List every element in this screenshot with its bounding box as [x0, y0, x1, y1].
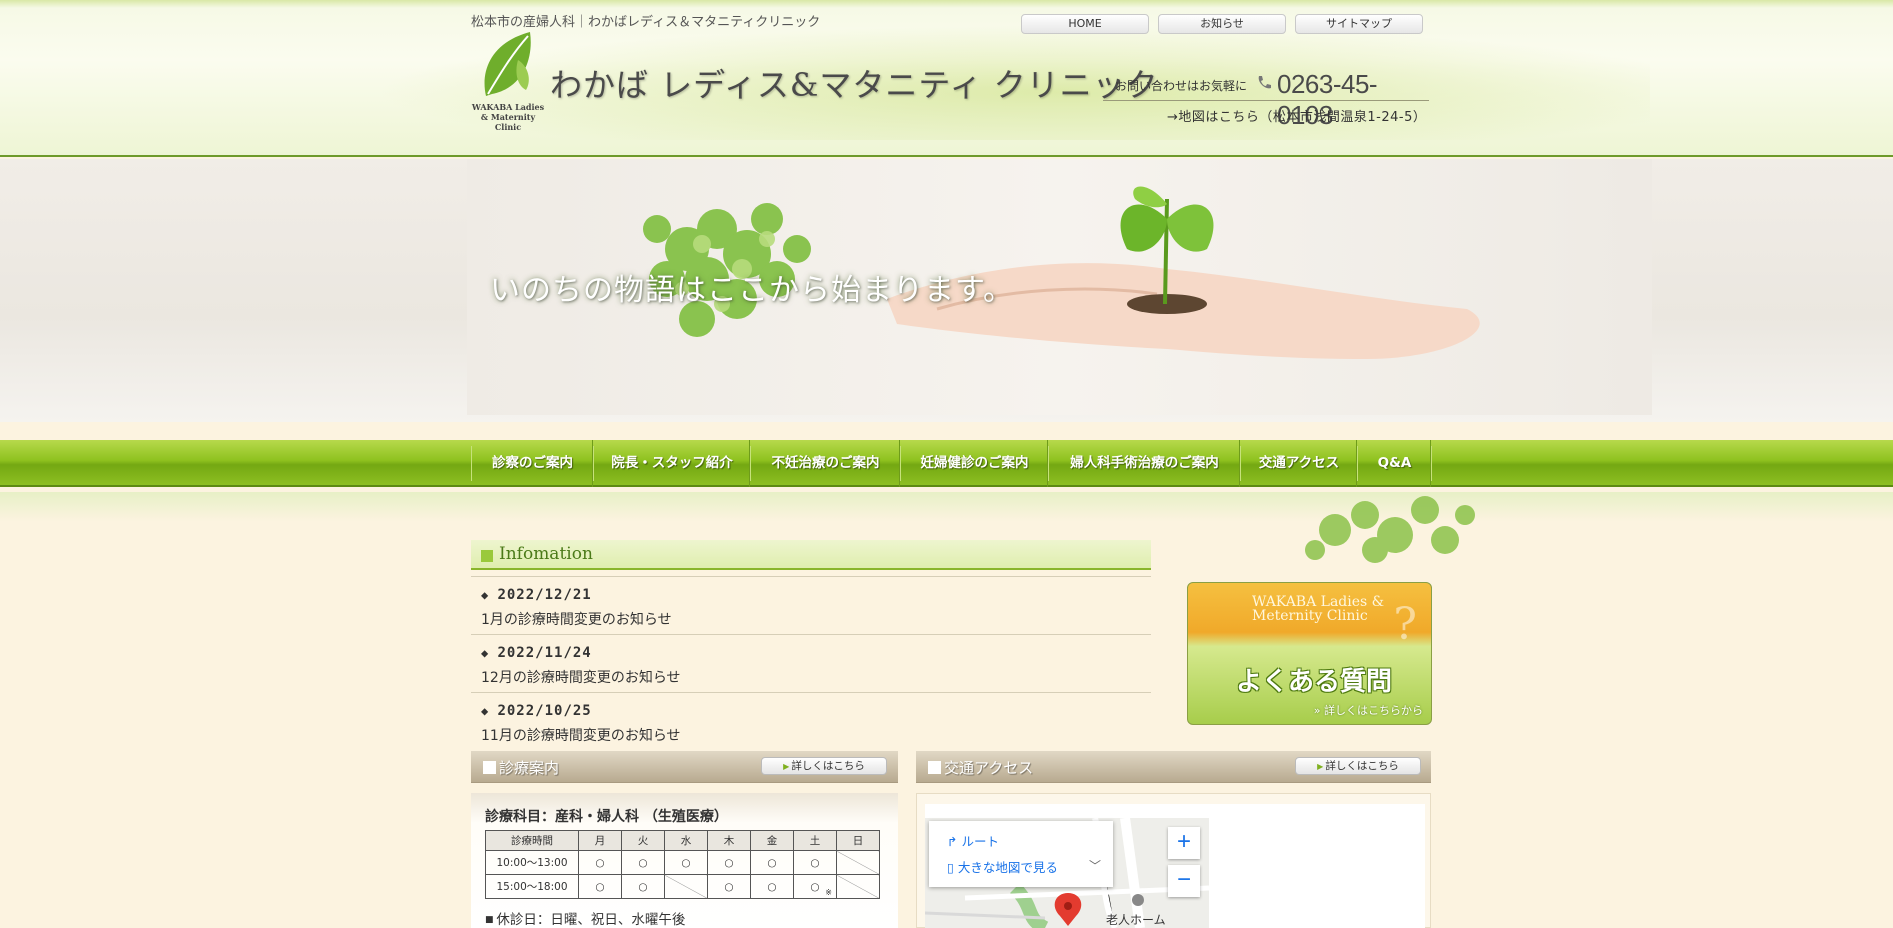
route-label: ルート: [961, 834, 999, 849]
site-tagline: 松本市の産婦人科｜わかばレディス＆マタニティクリニック: [471, 15, 821, 30]
faq-banner[interactable]: WAKABA Ladies & Meternity Clinic ? よくある質…: [1187, 582, 1432, 725]
closed-cell: [664, 874, 708, 899]
table-header-cell: 診療時間: [485, 830, 579, 851]
news-date: 2022/11/24: [481, 645, 592, 661]
news-item[interactable]: 2022/10/25 11月の診療時間変更のお知らせ: [471, 692, 1151, 750]
schedule-table: 診療時間 月 火 水 木 金 土 日 10:00〜13:00 ○ ○ ○ ○ ○…: [485, 830, 880, 899]
phone-icon: [1258, 76, 1271, 89]
site-title[interactable]: わかば レディス&マタニティ クリニック: [550, 60, 1159, 106]
table-header-cell: 日: [836, 830, 880, 851]
news-item[interactable]: 2022/12/21 1月の診療時間変更のお知らせ: [471, 576, 1151, 634]
table-cell: ○: [621, 874, 665, 899]
map-book-icon: ▯: [947, 860, 958, 875]
saturday-mark: ○: [810, 880, 820, 893]
map-link[interactable]: →地図はこちら（松本市浅間温泉1-24-5）: [1167, 106, 1426, 125]
table-cell: ○: [793, 850, 837, 875]
clover-decoration: [1305, 496, 1475, 563]
news-title[interactable]: 12月の診療時間変更のお知らせ: [481, 667, 681, 687]
nav-underband: [0, 492, 1893, 522]
table-header-cell: 火: [621, 830, 665, 851]
home-link[interactable]: HOME: [1021, 14, 1149, 34]
table-cell: ○: [707, 874, 751, 899]
table-header-cell: 月: [578, 830, 622, 851]
sitemap-link[interactable]: サイトマップ: [1295, 14, 1423, 34]
schedule-header: 診療案内 詳しくはこちら: [471, 751, 898, 783]
logo-english-name: WAKABA Ladies & Maternity Clinic: [471, 102, 545, 132]
faq-title: よくある質問: [1236, 667, 1393, 697]
square-bullet-icon: [481, 550, 493, 562]
nav-item-qa[interactable]: Q&A: [1359, 440, 1432, 487]
table-row: 10:00〜13:00 ○ ○ ○ ○ ○ ○: [485, 850, 880, 875]
holiday-text: 休診日：日曜、祝日、水曜午後: [485, 908, 685, 928]
table-cell: ○ ※: [793, 874, 837, 899]
contact-row: お問い合わせはお気軽に 0263-45-0103: [1103, 69, 1429, 130]
access-heading: 交通アクセス: [928, 757, 1033, 778]
route-arrow-icon: ↱: [947, 834, 962, 849]
table-header-cell: 水: [664, 830, 708, 851]
table-cell: ○: [578, 874, 622, 899]
access-more-button[interactable]: 詳しくはこちら: [1295, 757, 1421, 775]
table-header-cell: 木: [707, 830, 751, 851]
nav-item-fertility[interactable]: 不妊治療のご案内: [752, 440, 901, 487]
note-mark: ※: [825, 888, 832, 897]
info-header: Infomation: [471, 540, 1151, 570]
leaf-logo-icon[interactable]: [478, 30, 538, 102]
table-cell: ○: [707, 850, 751, 875]
table-header-cell: 土: [793, 830, 837, 851]
big-map-label: 大きな地図で見る: [957, 860, 1058, 875]
zoom-out-button[interactable]: −: [1168, 865, 1200, 897]
hero-tagline: いのちの物語はここから始まります。: [490, 273, 1014, 308]
schedule-more-button[interactable]: 詳しくはこちら: [761, 757, 887, 775]
table-header-row: 診療時間 月 火 水 木 金 土 日: [485, 830, 880, 851]
zoom-in-button[interactable]: +: [1168, 827, 1200, 859]
news-link[interactable]: お知らせ: [1158, 14, 1286, 34]
table-cell: ○: [621, 850, 665, 875]
time-cell: 10:00〜13:00: [485, 850, 579, 875]
news-title[interactable]: 11月の診療時間変更のお知らせ: [481, 725, 681, 745]
chevron-down-icon[interactable]: ﹀: [1089, 857, 1101, 874]
nav-item-consultation[interactable]: 診察のご案内: [473, 440, 594, 487]
map-poi-label: 老人ホーム: [1106, 913, 1166, 927]
news-date: 2022/10/25: [481, 703, 592, 719]
closed-cell: [836, 874, 880, 899]
news-date: 2022/12/21: [481, 587, 592, 603]
time-cell: 15:00〜18:00: [485, 874, 579, 899]
schedule-subject: 診療科目：産科・婦人科 （生殖医療）: [485, 809, 728, 825]
info-title: Infomation: [499, 544, 593, 564]
schedule-heading: 診療案内: [483, 757, 559, 778]
table-cell: ○: [664, 850, 708, 875]
nav-item-prenatal-checkup[interactable]: 妊婦健診のご案内: [902, 440, 1049, 487]
faq-more-link[interactable]: » 詳しくはこちらから: [1314, 702, 1423, 718]
route-link[interactable]: ↱ ルート: [947, 831, 999, 850]
table-cell: ○: [750, 874, 794, 899]
nav-item-gynecology-surgery[interactable]: 婦人科手術治療のご案内: [1050, 440, 1241, 487]
contact-label: お問い合わせはお気軽に: [1115, 79, 1248, 93]
nav-divider: [471, 446, 472, 481]
table-cell: ○: [578, 850, 622, 875]
map-info-card: ↱ ルート ▯ 大きな地図で見る ﹀: [929, 821, 1113, 887]
nav-item-access[interactable]: 交通アクセス: [1242, 440, 1358, 487]
news-title[interactable]: 1月の診療時間変更のお知らせ: [481, 609, 672, 629]
table-header-cell: 金: [750, 830, 794, 851]
table-row: 15:00〜18:00 ○ ○ ○ ○ ○ ※: [485, 874, 880, 899]
nav-item-staff[interactable]: 院長・スタッフ紹介: [595, 440, 751, 487]
big-map-link[interactable]: ▯ 大きな地図で見る: [947, 857, 1058, 876]
access-header: 交通アクセス 詳しくはこちら: [916, 751, 1431, 783]
news-item[interactable]: 2022/11/24 12月の診療時間変更のお知らせ: [471, 634, 1151, 692]
table-cell: ○: [750, 850, 794, 875]
closed-cell: [836, 850, 880, 875]
question-mark-icon: ?: [1393, 599, 1417, 650]
